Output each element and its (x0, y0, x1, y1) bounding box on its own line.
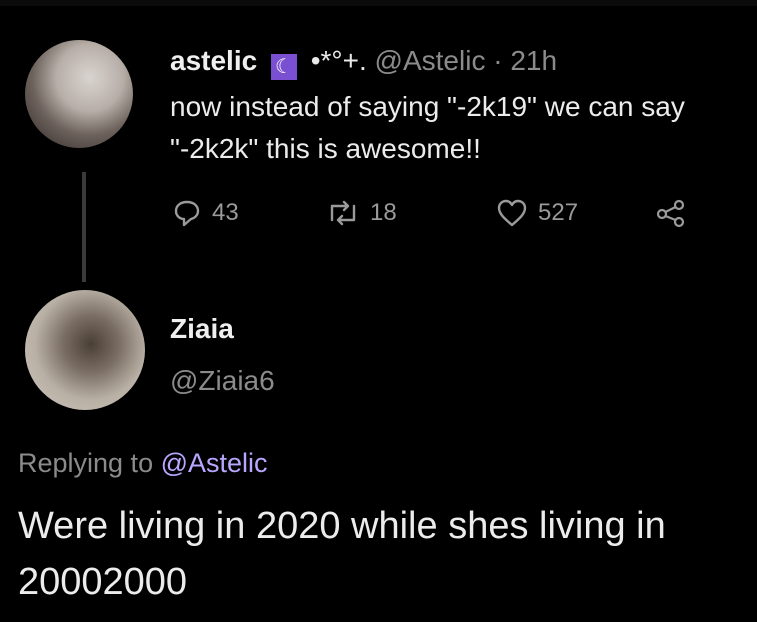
like-action[interactable]: 527 (496, 198, 578, 228)
tweet-text: now instead of saying "-2k19" we can say… (170, 91, 685, 164)
avatar-ziaia[interactable] (25, 290, 145, 410)
like-count: 527 (538, 199, 579, 226)
sparkle-decoration: •*°+. (310, 45, 367, 76)
timestamp[interactable]: · 21h (493, 45, 557, 76)
reply-handle[interactable]: @Ziaia6 (170, 365, 275, 397)
tweet-actions: 43 18 527 (170, 198, 730, 238)
retweet-icon (326, 198, 360, 228)
thread-connector (82, 172, 86, 282)
reply-text: Were living in 2020 while shes living in… (18, 505, 666, 603)
replying-handle-link[interactable]: @Astelic (161, 448, 268, 478)
replying-to: Replying to @Astelic (18, 448, 268, 479)
replying-prefix: Replying to (18, 448, 154, 478)
top-divider (0, 0, 757, 6)
heart-icon (496, 198, 528, 228)
moon-icon: ☾ (270, 54, 297, 80)
avatar-astelic[interactable] (25, 40, 133, 148)
reply-action[interactable]: 43 (172, 198, 239, 228)
retweet-action[interactable]: 18 (326, 198, 397, 228)
share-icon (654, 198, 688, 228)
display-name[interactable]: astelic (170, 45, 257, 76)
reply-icon (172, 198, 202, 228)
tweet-header: astelic ☾ •*°+. @Astelic · 21h (170, 44, 557, 80)
handle[interactable]: @Astelic (375, 45, 486, 76)
reply-display-name[interactable]: Ziaia (170, 313, 234, 345)
retweet-count: 18 (370, 199, 397, 226)
reply-count: 43 (212, 199, 239, 226)
share-action[interactable] (654, 198, 688, 228)
